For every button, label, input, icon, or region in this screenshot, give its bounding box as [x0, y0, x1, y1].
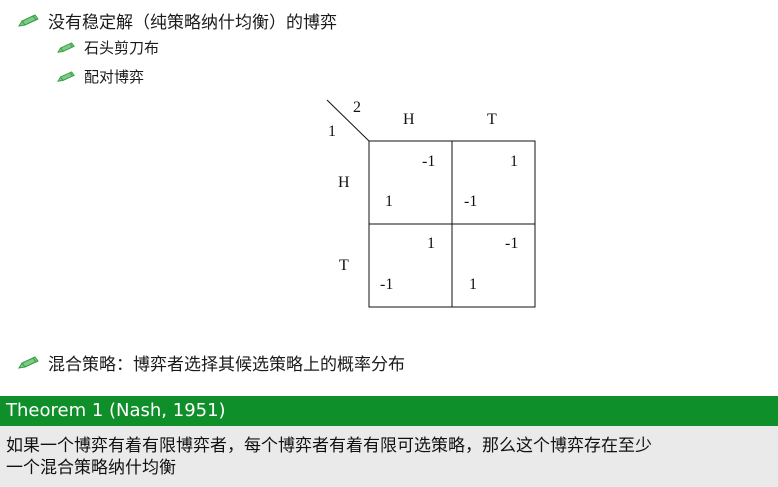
cell-th-top: 1 [427, 235, 435, 252]
cell-hh-top: -1 [422, 153, 435, 170]
col-label-t: T [487, 111, 497, 128]
bullet-text: 混合策略：博弈者选择其候选策略上的概率分布 [48, 355, 405, 375]
theorem-line-2: 一个混合策略纳什均衡 [6, 458, 176, 478]
col-label-h: H [403, 111, 415, 128]
cell-ht-top: 1 [510, 153, 518, 170]
row-label-h: H [338, 174, 350, 191]
row-label-t: T [339, 257, 349, 274]
cell-ht-bottom: -1 [464, 193, 477, 210]
player-1-label: 1 [328, 123, 336, 140]
player-2-label: 2 [353, 99, 361, 116]
theorem-line-1: 如果一个博弈有着有限博弈者，每个博弈者有着有限可选策略，那么这个博弈存在至少 [6, 436, 652, 456]
cell-hh-bottom: 1 [385, 193, 393, 210]
cell-tt-top: -1 [505, 235, 518, 252]
theorem-title: Theorem 1 (Nash, 1951) [0, 396, 778, 426]
bullet-mixed-strategy: 混合策略：博弈者选择其候选策略上的概率分布 [18, 350, 405, 375]
pencil-icon [18, 355, 39, 369]
cell-tt-bottom: 1 [469, 276, 477, 293]
cell-th-bottom: -1 [380, 276, 393, 293]
theorem-body: 如果一个博弈有着有限博弈者，每个博弈者有着有限可选策略，那么这个博弈存在至少 一… [0, 426, 778, 487]
